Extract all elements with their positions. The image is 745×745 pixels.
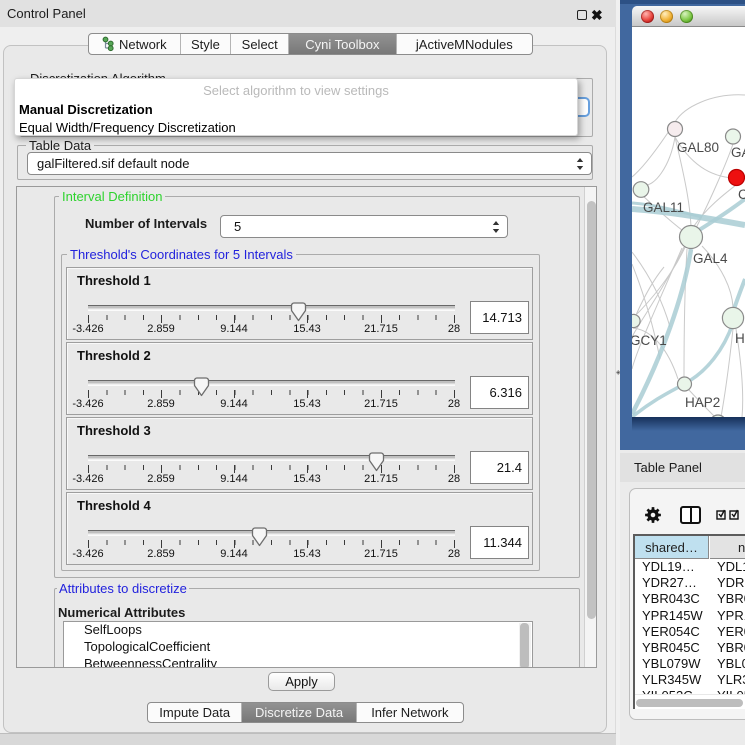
svg-text:GAL4: GAL4 — [693, 251, 728, 266]
svg-text:HAP2: HAP2 — [685, 395, 720, 410]
svg-text:GAL80: GAL80 — [677, 140, 719, 155]
svg-text:H: H — [735, 331, 745, 346]
svg-text:GCY1: GCY1 — [632, 333, 667, 348]
svg-text:C: C — [738, 187, 745, 202]
svg-text:GAL: GAL — [731, 145, 745, 160]
svg-text:GAL11: GAL11 — [643, 200, 684, 215]
